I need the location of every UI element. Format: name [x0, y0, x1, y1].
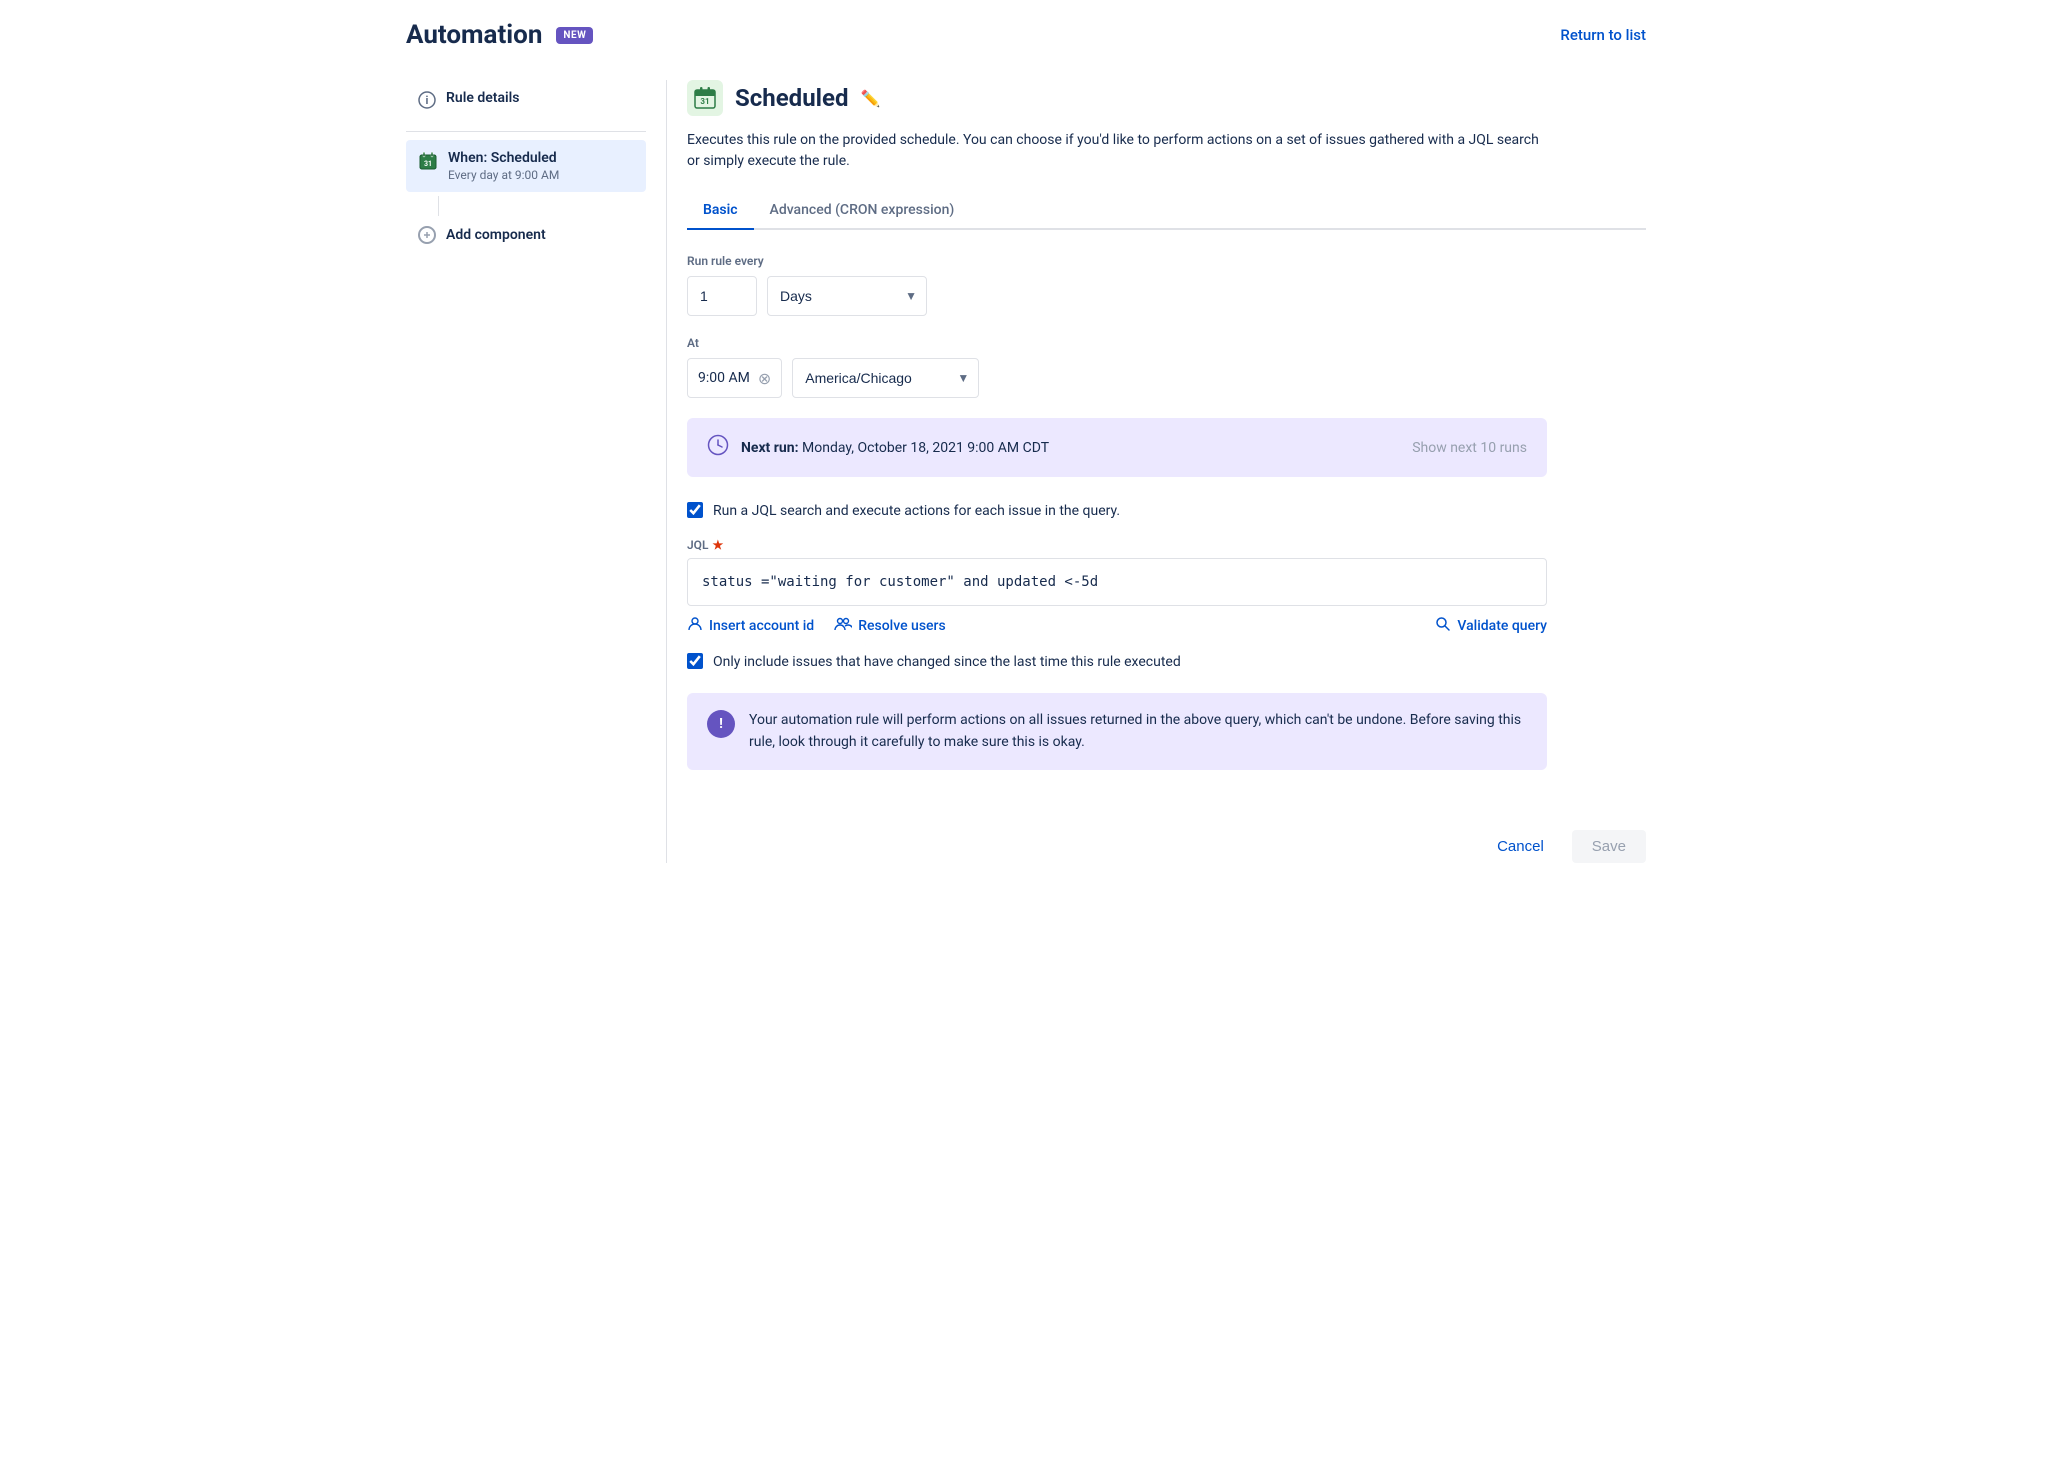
time-value: 9:00 AM [698, 370, 750, 386]
jql-input[interactable] [687, 558, 1547, 606]
app-title: Automation [406, 20, 542, 50]
svg-text:31: 31 [424, 160, 432, 168]
time-input-wrapper: 9:00 AM ⊗ [687, 358, 782, 398]
add-component-circle [418, 226, 436, 244]
jql-checkbox[interactable] [687, 502, 703, 518]
tab-advanced[interactable]: Advanced (CRON expression) [754, 192, 971, 230]
jql-checkbox-label: Run a JQL search and execute actions for… [713, 501, 1120, 522]
validate-query-button[interactable]: Validate query [1435, 616, 1547, 636]
only-changed-checkbox-row: Only include issues that have changed si… [687, 652, 1547, 673]
next-run-label: Next run: [741, 440, 799, 456]
insert-account-id-button[interactable]: Insert account id [687, 616, 814, 636]
run-rule-every-label: Run rule every [687, 254, 1547, 268]
add-component[interactable]: Add component [406, 216, 646, 254]
trigger-icon: 31 [687, 80, 723, 116]
next-run-text: Next run: Monday, October 18, 2021 9:00 … [741, 440, 1049, 456]
return-to-list-link[interactable]: Return to list [1560, 26, 1646, 44]
resolve-users-button[interactable]: Resolve users [834, 616, 946, 636]
at-row: 9:00 AM ⊗ America/Chicago America/New_Yo… [687, 358, 1547, 398]
tabs: Basic Advanced (CRON expression) [687, 192, 1646, 230]
only-changed-checkbox[interactable] [687, 653, 703, 669]
jql-left-actions: Insert account id Re [687, 616, 946, 636]
trigger-title: Scheduled [735, 84, 848, 112]
scheduled-title: When: Scheduled [448, 150, 559, 166]
trigger-description: Executes this rule on the provided sched… [687, 130, 1547, 172]
svg-text:i: i [426, 94, 429, 107]
next-run-datetime: Monday, October 18, 2021 9:00 AM CDT [802, 440, 1049, 456]
svg-text:31: 31 [700, 97, 709, 106]
sidebar-item-scheduled[interactable]: 31 When: Scheduled Every day at 9:00 AM [406, 140, 646, 192]
next-run-box: Next run: Monday, October 18, 2021 9:00 … [687, 418, 1547, 477]
jql-actions: Insert account id Re [687, 616, 1547, 636]
top-bar: Automation NEW Return to list [406, 20, 1646, 50]
top-bar-left: Automation NEW [406, 20, 593, 50]
clear-time-button[interactable]: ⊗ [758, 369, 771, 388]
run-rule-every-row: Minutes Hours Days Weeks Months ▼ [687, 276, 1547, 316]
users-icon [834, 616, 852, 636]
rule-details-title: Rule details [446, 90, 519, 106]
interval-value-input[interactable] [687, 276, 757, 316]
info-icon: i [418, 91, 436, 113]
show-next-10-runs-button[interactable]: Show next 10 runs [1412, 440, 1527, 456]
search-icon [1435, 616, 1451, 636]
account-icon [687, 616, 703, 636]
at-label: At [687, 336, 1547, 350]
sidebar-divider [406, 131, 646, 132]
warning-text: Your automation rule will perform action… [749, 709, 1527, 754]
content-header: 31 Scheduled ✏️ [687, 80, 1646, 116]
scheduled-subtitle: Every day at 9:00 AM [448, 168, 559, 182]
calendar-icon: 31 [418, 151, 438, 175]
jql-checkbox-row: Run a JQL search and execute actions for… [687, 501, 1547, 522]
content-area: 31 Scheduled ✏️ Executes this rule on th… [666, 80, 1646, 863]
main-layout: i Rule details 31 [406, 80, 1646, 863]
warning-box: ! Your automation rule will perform acti… [687, 693, 1547, 770]
sidebar: i Rule details 31 [406, 80, 666, 863]
sidebar-item-rule-details[interactable]: i Rule details [406, 80, 646, 123]
save-button[interactable]: Save [1572, 830, 1646, 863]
schedule-form: Run rule every Minutes Hours Days Weeks … [687, 254, 1547, 770]
interval-unit-wrapper: Minutes Hours Days Weeks Months ▼ [767, 276, 927, 316]
cancel-button[interactable]: Cancel [1481, 830, 1560, 863]
footer: Cancel Save [687, 810, 1646, 863]
only-changed-label: Only include issues that have changed si… [713, 652, 1181, 673]
connector-line [438, 196, 439, 216]
edit-icon[interactable]: ✏️ [860, 89, 880, 108]
interval-unit-select[interactable]: Minutes Hours Days Weeks Months [767, 276, 927, 316]
new-badge: NEW [556, 27, 593, 44]
tab-basic[interactable]: Basic [687, 192, 754, 230]
jql-label: JQL ★ [687, 538, 1547, 552]
clock-icon [707, 434, 729, 461]
timezone-select[interactable]: America/Chicago America/New_York America… [792, 358, 979, 398]
required-star: ★ [712, 538, 723, 552]
warning-icon: ! [707, 710, 735, 738]
timezone-wrapper: America/Chicago America/New_York America… [792, 358, 979, 398]
add-component-label: Add component [446, 227, 546, 243]
